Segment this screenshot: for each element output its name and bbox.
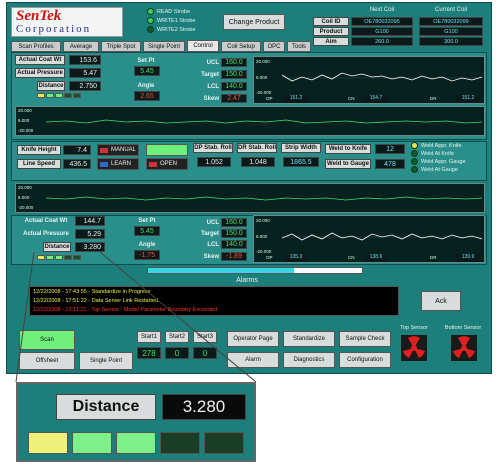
zoom-distance-label: Distance: [56, 394, 156, 420]
led-icon: [116, 432, 156, 454]
led-icon: [28, 432, 68, 454]
zoom-distance-value: 3.280: [162, 394, 246, 420]
led-icon: [72, 432, 112, 454]
led-icon: [204, 432, 244, 454]
zoom-distance-bar-leds: [28, 432, 244, 454]
distance-zoom-callout: Distance 3.280: [16, 382, 256, 462]
led-icon: [160, 432, 200, 454]
